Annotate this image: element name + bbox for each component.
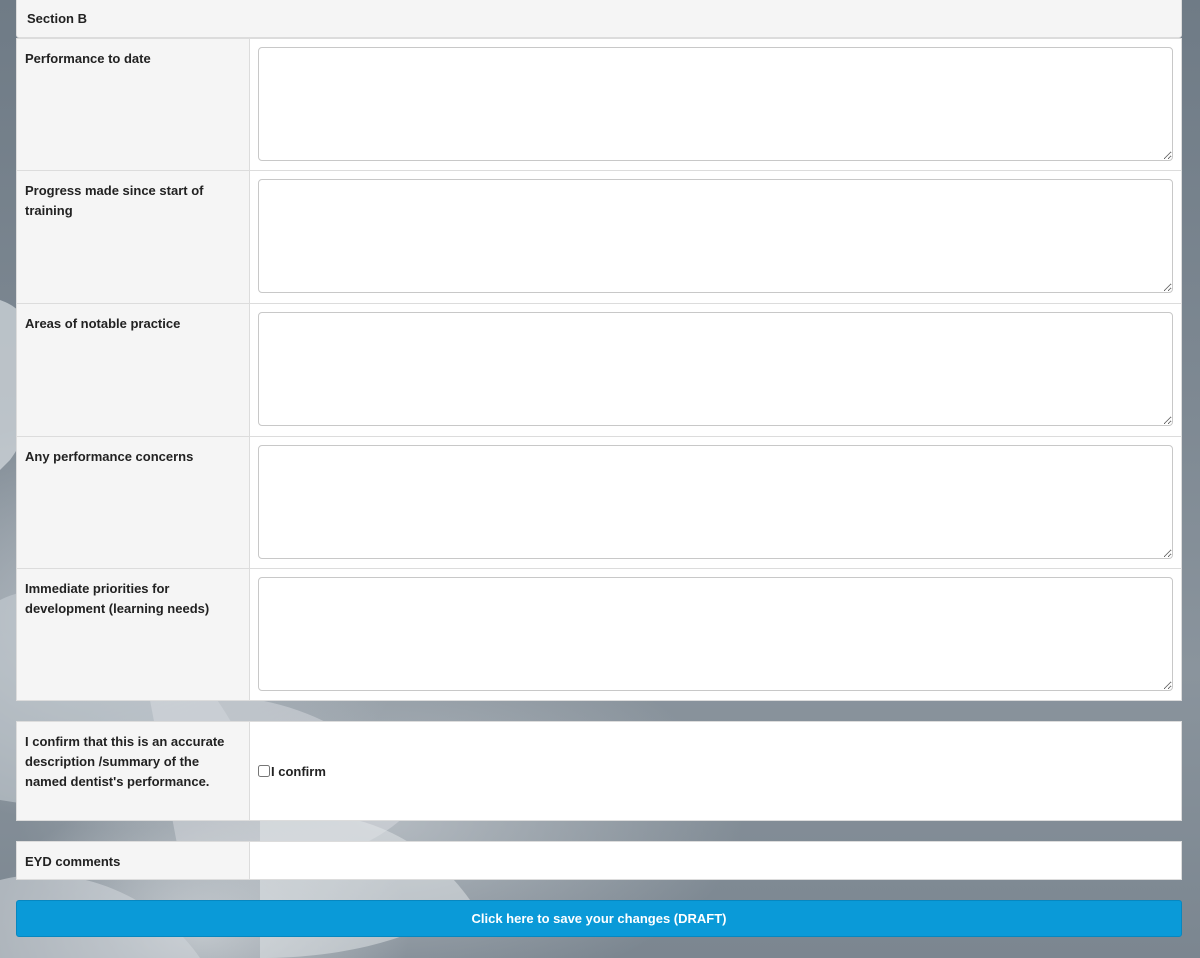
confirmation-cell: I confirm <box>250 722 1181 820</box>
priorities-textarea[interactable] <box>258 577 1173 691</box>
field-row-performance: Performance to date <box>16 38 1182 171</box>
confirm-checkbox-text: I confirm <box>271 763 326 779</box>
notable-practice-textarea[interactable] <box>258 312 1173 426</box>
section-title: Section B <box>27 11 87 26</box>
eyd-comments-row: EYD comments <box>16 841 1182 880</box>
field-cell <box>250 39 1181 170</box>
field-row-notable-practice: Areas of notable practice <box>16 303 1182 437</box>
confirm-checkbox[interactable] <box>258 765 270 777</box>
field-row-priorities: Immediate priorities for development (le… <box>16 568 1182 701</box>
save-draft-button[interactable]: Click here to save your changes (DRAFT) <box>16 900 1182 937</box>
performance-textarea[interactable] <box>258 47 1173 161</box>
field-label-performance: Performance to date <box>17 39 250 170</box>
field-cell <box>250 304 1181 436</box>
field-cell <box>250 569 1181 700</box>
field-label-priorities: Immediate priorities for development (le… <box>17 569 250 700</box>
section-header: Section B <box>16 0 1182 38</box>
field-cell <box>250 437 1181 568</box>
field-label-concerns: Any performance concerns <box>17 437 250 568</box>
field-label-notable-practice: Areas of notable practice <box>17 304 250 436</box>
field-label-progress: Progress made since start of training <box>17 171 250 303</box>
field-cell <box>250 171 1181 303</box>
confirmation-label: I confirm that this is an accurate descr… <box>17 722 250 820</box>
eyd-comments-value <box>250 842 1181 879</box>
progress-textarea[interactable] <box>258 179 1173 293</box>
confirm-checkbox-label[interactable]: I confirm <box>258 764 326 779</box>
concerns-textarea[interactable] <box>258 445 1173 559</box>
confirmation-row: I confirm that this is an accurate descr… <box>16 721 1182 821</box>
eyd-comments-label: EYD comments <box>17 842 250 879</box>
field-row-concerns: Any performance concerns <box>16 436 1182 569</box>
field-row-progress: Progress made since start of training <box>16 170 1182 304</box>
